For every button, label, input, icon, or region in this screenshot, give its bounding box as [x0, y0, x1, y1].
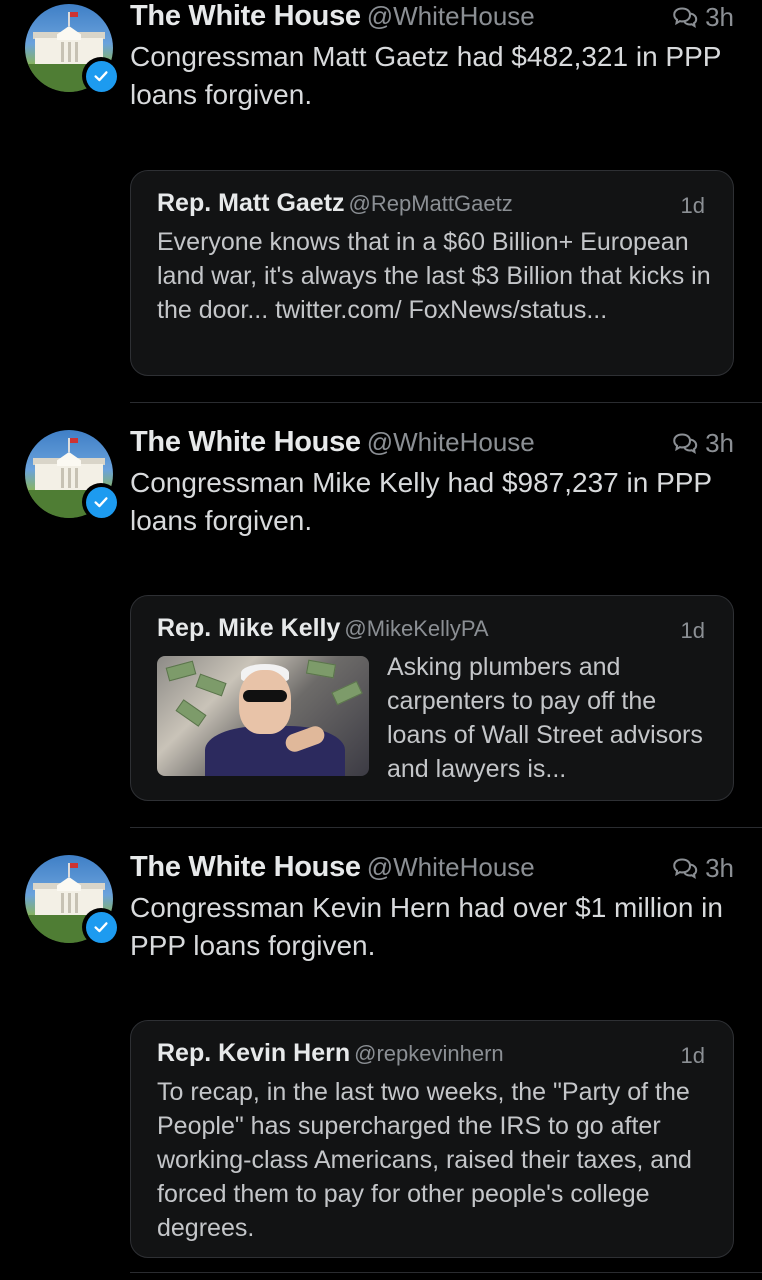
avatar-column — [68, 893, 71, 913]
quoted-tweet[interactable]: Rep. Matt Gaetz @RepMattGaetz 1d Everyone… — [130, 170, 734, 376]
media-sunglasses — [243, 690, 287, 702]
conversation-icon — [673, 858, 698, 879]
quote-author-handle: @RepMattGaetz — [348, 191, 513, 216]
quote-header: Rep. Kevin Hern @repkevinhern — [157, 1039, 504, 1068]
conversation-icon — [673, 7, 698, 28]
quote-media-image[interactable] — [157, 656, 369, 776]
avatar-portico — [57, 452, 81, 466]
avatar-column — [61, 42, 64, 62]
tweet-divider — [130, 827, 762, 828]
tweet-divider — [130, 402, 762, 403]
quote-author-name: Rep. Kevin Hern — [157, 1039, 351, 1067]
tweet-text: Congressman Mike Kelly had $987,237 in P… — [130, 467, 712, 536]
tweet-time[interactable]: 3h — [705, 2, 734, 33]
tweet-header: The White House @WhiteHouse — [130, 0, 740, 34]
tweet[interactable]: The White House @WhiteHouse 3h Congressma… — [0, 851, 762, 1271]
tweet-header: The White House @WhiteHouse — [130, 426, 740, 460]
quoted-tweet[interactable]: Rep. Kevin Hern @repkevinhern 1d To recap… — [130, 1020, 734, 1258]
avatar-column — [68, 468, 71, 488]
verified-badge-icon — [82, 57, 120, 95]
tweet-meta: 3h — [672, 2, 734, 33]
avatar-column — [61, 468, 64, 488]
avatar-column — [75, 42, 78, 62]
flag-icon — [68, 438, 78, 452]
quote-header: Rep. Mike Kelly @MikeKellyPA — [157, 614, 489, 643]
quote-author-name: Rep. Mike Kelly — [157, 614, 341, 642]
avatar-column — [61, 893, 64, 913]
tweet-header: The White House @WhiteHouse — [130, 851, 740, 885]
quote-time: 1d — [680, 1043, 705, 1068]
tweet-meta: 3h — [672, 428, 734, 459]
author-handle[interactable]: @WhiteHouse — [367, 852, 535, 882]
tweet-time[interactable]: 3h — [705, 853, 734, 884]
tweet-divider — [130, 1272, 762, 1273]
quote-header: Rep. Matt Gaetz @RepMattGaetz — [157, 189, 513, 218]
avatar-portico — [57, 877, 81, 891]
verified-badge-icon — [82, 908, 120, 946]
cash-bill — [331, 680, 363, 706]
cash-bill — [305, 659, 337, 679]
cash-bill — [195, 673, 227, 697]
tweet[interactable]: The White House @WhiteHouse 3h Congressma… — [0, 0, 762, 400]
quoted-tweet[interactable]: Rep. Mike Kelly @MikeKellyPA 1d Asking pl… — [130, 595, 734, 801]
avatar-column — [75, 468, 78, 488]
tweet-text: Congressman Matt Gaetz had $482,321 in P… — [130, 41, 721, 110]
avatar-column — [75, 893, 78, 913]
tweet-text: Congressman Kevin Hern had over $1 milli… — [130, 892, 723, 961]
tweet-meta: 3h — [672, 853, 734, 884]
tweet[interactable]: The White House @WhiteHouse 3h Congressma… — [0, 426, 762, 826]
cash-bill — [175, 699, 207, 727]
author-handle[interactable]: @WhiteHouse — [367, 1, 535, 31]
author-name[interactable]: The White House — [130, 851, 361, 883]
quote-text: Asking plumbers and carpenters to pay of… — [387, 653, 703, 783]
quote-author-handle: @repkevinhern — [354, 1041, 504, 1066]
quote-text: To recap, in the last two weeks, the "Pa… — [157, 1078, 692, 1242]
avatar-column — [68, 42, 71, 62]
flag-icon — [68, 12, 78, 26]
media-face — [239, 670, 291, 734]
flag-icon — [68, 863, 78, 877]
quote-time: 1d — [680, 193, 705, 218]
author-name[interactable]: The White House — [130, 426, 361, 458]
author-handle[interactable]: @WhiteHouse — [367, 427, 535, 457]
quote-author-name: Rep. Matt Gaetz — [157, 189, 345, 217]
quote-time: 1d — [680, 618, 705, 643]
quote-author-handle: @MikeKellyPA — [344, 616, 489, 641]
conversation-icon — [673, 433, 698, 454]
avatar-portico — [57, 26, 81, 40]
quote-text: Everyone knows that in a $60 Billion+ Eu… — [157, 228, 711, 324]
cash-bill — [165, 660, 197, 682]
author-name[interactable]: The White House — [130, 0, 361, 32]
verified-badge-icon — [82, 483, 120, 521]
tweet-time[interactable]: 3h — [705, 428, 734, 459]
